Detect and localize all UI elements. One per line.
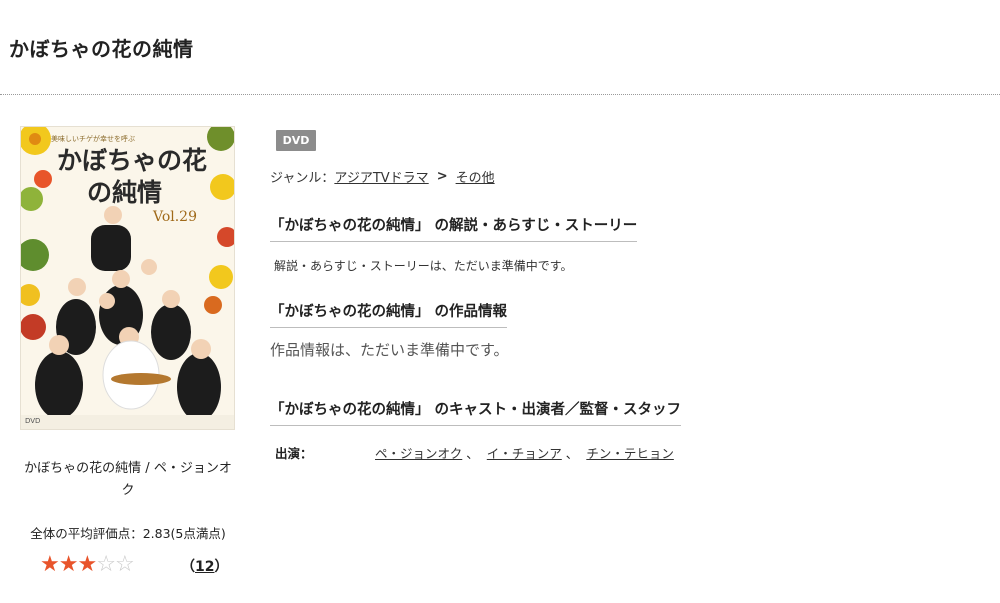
cast-link-bae-jong-ok[interactable]: ペ・ジョンオク (375, 446, 462, 461)
star-filled-icon: ★ (40, 552, 60, 577)
product-caption: かぼちゃの花の純情 / ペ・ジョンオク (24, 461, 232, 498)
star-empty-icon: ☆ (96, 552, 116, 577)
cast-heading: 「かぼちゃの花の純情」 のキャスト・出演者／監督・スタッフ (270, 398, 682, 426)
genre-link-asian-tv-drama[interactable]: アジアTVドラマ (334, 167, 428, 186)
cast-link-lee-chung-ah[interactable]: イ・チョンア (487, 446, 562, 461)
genre-link-other[interactable]: その他 (456, 167, 495, 186)
synopsis-text: 解説・あらすじ・ストーリーは、ただいま準備中です。 (274, 259, 573, 273)
cover-title-line2: の純情 (87, 178, 162, 207)
page-title: かぼちゃの花の純情 (9, 37, 194, 61)
review-count: （12） (181, 559, 229, 575)
star-filled-icon: ★ (77, 552, 97, 577)
star-filled-icon: ★ (58, 552, 79, 577)
genre-separator: > (436, 169, 448, 184)
review-count-link[interactable]: 12 (195, 559, 214, 575)
info-heading: 「かぼちゃの花の純情」 の作品情報 (270, 300, 508, 328)
cast-link-jin-tae-hyun[interactable]: チン・テヒョン (586, 446, 674, 461)
dvd-cover-image[interactable]: 美味しいチゲが幸せを呼ぶ かぼちゃの花 の純情 Vol.29 DVD (20, 126, 235, 430)
cast-list: ペ・ジョンオク、イ・チョンア、チン・テヒョン (375, 446, 674, 461)
average-rating-label: 全体の平均評価点：2.83(5点満点) (30, 526, 226, 541)
genre-breadcrumb: ジャンル： アジアTVドラマ > その他 (270, 167, 495, 186)
info-text: 作品情報は、ただいま準備中です。 (270, 341, 509, 359)
format-badge: DVD (276, 130, 316, 151)
svg-text:美味しいチゲが幸せを呼ぶ: 美味しいチゲが幸せを呼ぶ (51, 134, 135, 143)
synopsis-heading: 「かぼちゃの花の純情」 の解説・あらすじ・ストーリー (270, 214, 638, 242)
cast-row: 出演： ペ・ジョンオク、イ・チョンア、チン・テヒョン (275, 443, 674, 462)
dotted-divider (0, 94, 1000, 95)
cover-title-line1: かぼちゃの花 (57, 146, 207, 175)
genre-label: ジャンル： (270, 171, 335, 186)
star-rating: ★ ★ ★ ☆ ☆ (40, 552, 135, 578)
cast-label: 出演： (275, 446, 313, 461)
star-empty-icon: ☆ (114, 552, 135, 577)
svg-text:DVD: DVD (25, 417, 40, 425)
cover-volume: Vol.29 (152, 209, 197, 225)
